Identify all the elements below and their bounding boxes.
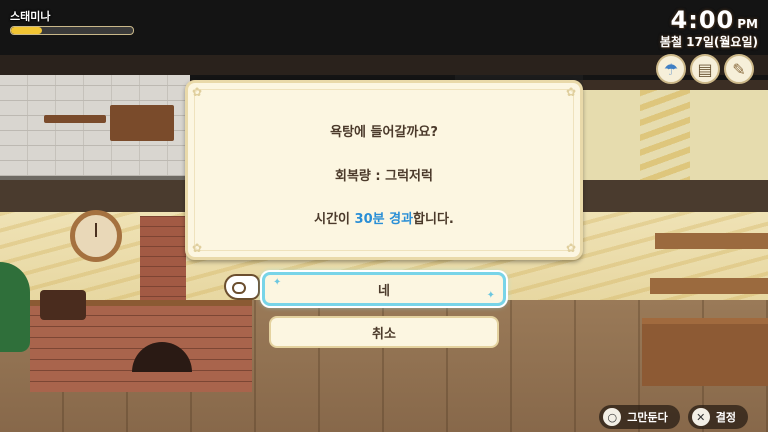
sparkle-icon: ✦ [486,290,495,301]
stamina-label: 스태미나 [10,10,51,23]
confirm-hint[interactable]: ✕ 결정 [687,405,748,429]
notepad-icon: ✎ [724,54,754,84]
circle-button-icon: ○ [603,408,622,426]
yes-button[interactable]: ✦ 네 ✦ [262,272,506,306]
confirm-hint-label: 결정 [715,411,736,424]
sparkle-icon: ✦ [273,277,282,288]
button-hints: ○ 그만둔다 ✕ 결정 [599,405,748,429]
dialog-recovery: 회복량 : 그럭저럭 [335,169,433,184]
flower-ornament-icon: ✿ [565,85,576,99]
umbrella-icon: ☂ [656,54,686,84]
ceiling-beam [0,55,768,75]
wall-shelf-lower [650,278,768,294]
flower-ornament-icon: ✿ [192,241,203,255]
potted-plant [0,262,30,352]
wall-shelf-upper [655,233,768,249]
bath-prompt-dialog: ✿ ✿ ✿ ✿ 욕탕에 들어갈까요? 회복량 : 그럭저럭 시간이 30분 경과… [185,80,583,260]
clock-display: 4:00 PM 봄철 17일(월요일) [660,6,758,50]
quit-hint-label: 그만둔다 [627,411,668,424]
quit-hint[interactable]: ○ 그만둔다 [599,405,680,429]
utensil-rack [44,115,106,123]
time-notice-highlight: 30분 경과 [354,212,414,227]
stamina-bar [10,26,134,35]
wall-clock [70,210,122,262]
cancel-label: 취소 [372,326,396,342]
stamina-fill [11,27,42,34]
yes-label: 네 [378,283,390,299]
date-text: 봄철 17일(월요일) [659,35,758,49]
time-notice-prefix: 시간이 [314,212,355,227]
stamina-meter: 스태미나 [10,8,134,35]
cross-button-icon: ✕ [691,408,710,426]
dialog-question: 욕탕에 들어갈까요? [330,125,438,140]
flower-ornament-icon: ✿ [565,241,576,255]
time-notice-suffix: 합니다. [413,212,454,227]
ampm-text: PM [737,17,758,31]
spice-shelf [110,105,174,141]
calendar-icon: ▤ [690,54,720,84]
status-icons: ☂ ▤ ✎ [656,54,754,84]
hand-pointer-icon [224,274,260,300]
time-text: 4:00 [670,6,735,34]
wooden-cabinet [642,318,768,386]
cancel-button[interactable]: 취소 [269,316,499,348]
flower-ornament-icon: ✿ [192,85,203,99]
dialog-time-notice: 시간이 30분 경과합니다. [188,208,580,227]
radio [40,290,86,320]
